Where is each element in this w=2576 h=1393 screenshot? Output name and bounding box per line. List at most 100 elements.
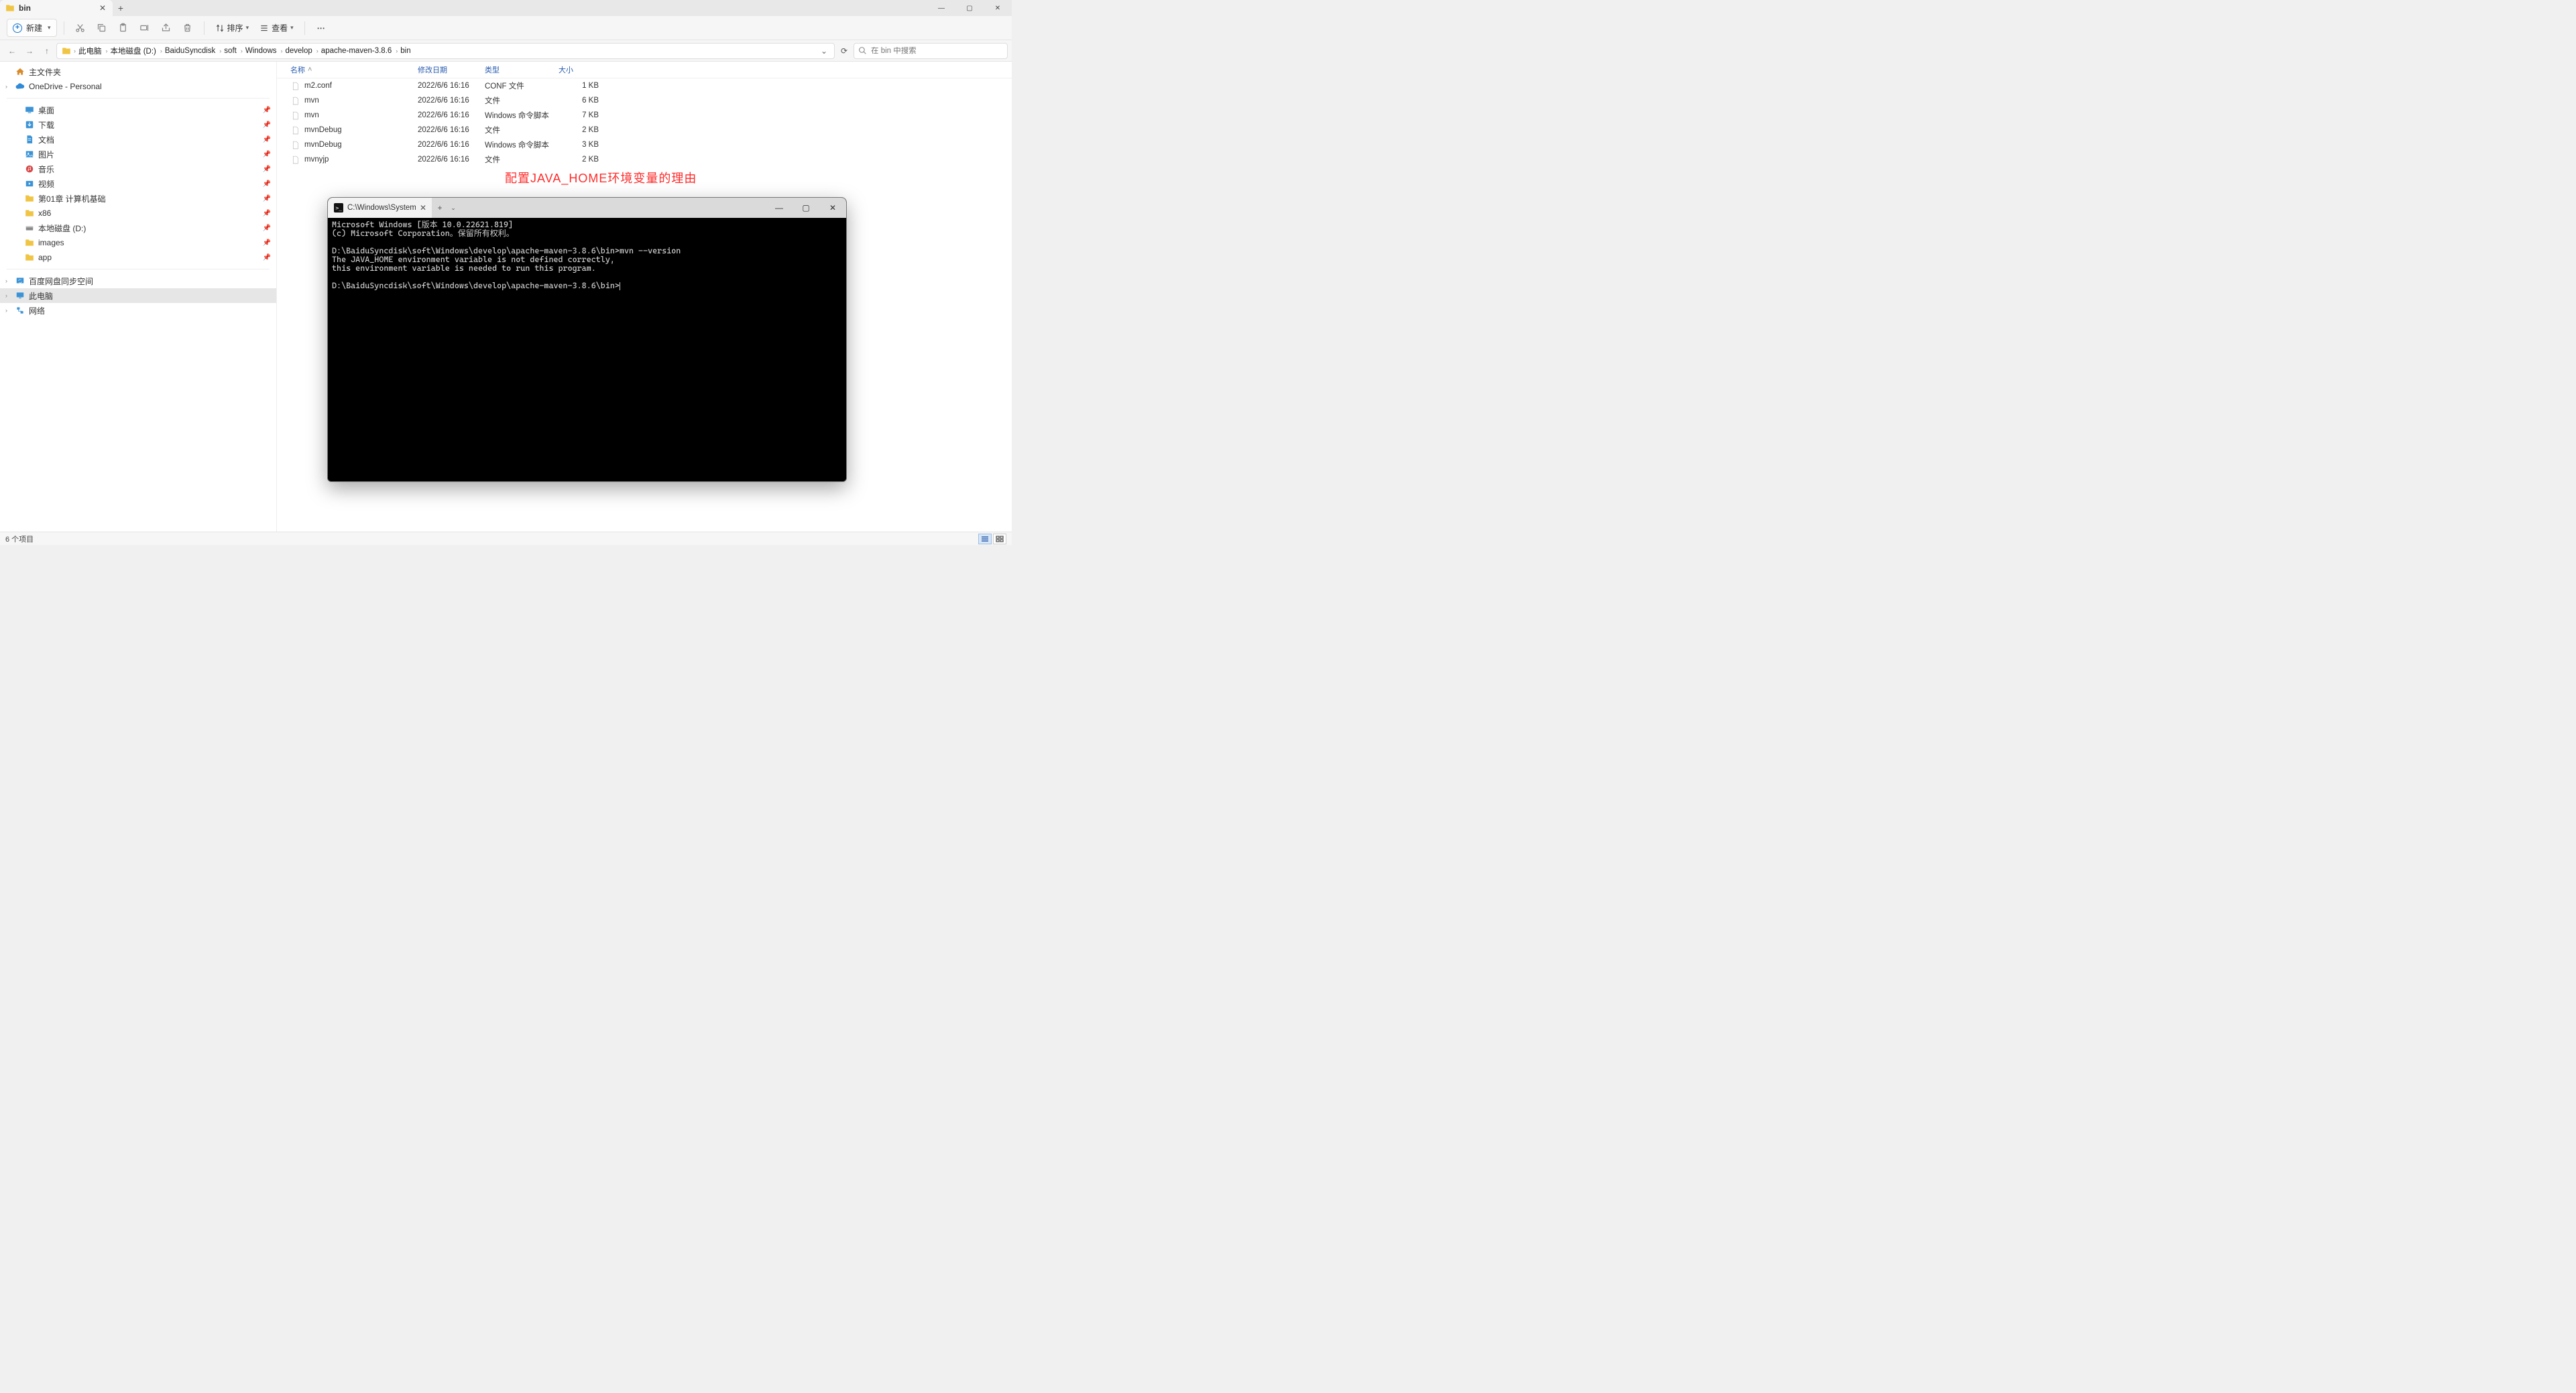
sidebar-item[interactable]: 本地磁盘 (D:)📌	[0, 221, 276, 235]
tab-close-icon[interactable]: ✕	[98, 3, 107, 13]
sidebar-item[interactable]: › 百度网盘同步空间	[0, 274, 276, 288]
paste-button[interactable]	[114, 19, 133, 38]
view-button[interactable]: 查看 ▾	[255, 19, 298, 36]
pictures-icon	[24, 149, 34, 160]
file-type: 文件	[485, 95, 559, 106]
sidebar-item[interactable]: 下载📌	[0, 117, 276, 132]
nav-back-button[interactable]: ←	[4, 43, 20, 59]
breadcrumb-seg[interactable]: 本地磁盘 (D:)›	[111, 46, 164, 56]
chevron-right-icon[interactable]: ›	[5, 83, 12, 90]
window-minimize-button[interactable]: —	[927, 0, 955, 16]
file-size: 3 KB	[559, 141, 612, 149]
terminal-maximize-button[interactable]: ▢	[793, 198, 819, 218]
terminal-titlebar: >_ C:\Windows\System32\ ✕ + ⌄ — ▢ ✕	[328, 198, 846, 218]
statusbar: 6 个项目	[0, 532, 1012, 545]
window-maximize-button[interactable]: ▢	[955, 0, 984, 16]
sidebar-item[interactable]: x86📌	[0, 206, 276, 221]
breadcrumb-seg[interactable]: bin	[400, 47, 410, 55]
details-view-button[interactable]	[978, 534, 992, 544]
breadcrumb-seg[interactable]: Windows›	[245, 47, 284, 55]
col-type[interactable]: 类型	[485, 64, 559, 75]
chevron-right-icon[interactable]: ›	[5, 278, 12, 284]
sidebar-item-label: OneDrive - Personal	[29, 82, 102, 91]
breadcrumb-seg[interactable]: apache-maven-3.8.6›	[321, 47, 399, 55]
table-row[interactable]: mvnyjp2022/6/6 16:16文件2 KB	[277, 152, 1012, 167]
terminal-new-tab-button[interactable]: +	[432, 198, 448, 218]
terminal-body[interactable]: Microsoft Windows [版本 10.0.22621.819] (c…	[328, 218, 846, 481]
folder-icon	[24, 253, 34, 263]
sidebar-item[interactable]: images📌	[0, 235, 276, 250]
sidebar-item-label: 文档	[38, 134, 54, 145]
toolbar: + 新建 ▾ 排序 ▾ 查看 ▾ ⋯	[0, 16, 1012, 40]
pin-icon: 📌	[263, 151, 271, 158]
file-name: m2.conf	[304, 82, 332, 90]
search-box[interactable]	[854, 43, 1008, 59]
terminal-tab-dropdown[interactable]: ⌄	[448, 198, 459, 218]
chevron-right-icon[interactable]: ›	[5, 292, 12, 299]
refresh-button[interactable]: ⟳	[836, 46, 852, 56]
file-date: 2022/6/6 16:16	[418, 141, 485, 149]
table-row[interactable]: mvnDebug2022/6/6 16:16文件2 KB	[277, 123, 1012, 137]
table-row[interactable]: mvnDebug2022/6/6 16:16Windows 命令脚本3 KB	[277, 137, 1012, 152]
pin-icon: 📌	[263, 121, 271, 129]
new-button[interactable]: + 新建 ▾	[7, 19, 57, 37]
search-input[interactable]	[871, 47, 1003, 55]
table-row[interactable]: mvn2022/6/6 16:16Windows 命令脚本7 KB	[277, 108, 1012, 123]
window-controls: — ▢ ✕	[927, 0, 1012, 16]
col-name[interactable]: 名称 ˄	[290, 64, 418, 75]
breadcrumb-seg[interactable]: BaiduSyncdisk›	[165, 47, 223, 55]
rename-button[interactable]	[135, 19, 154, 38]
breadcrumb-seg[interactable]: 此电脑›	[78, 46, 109, 56]
window-close-button[interactable]: ✕	[984, 0, 1012, 16]
col-size[interactable]: 大小	[559, 64, 612, 75]
sort-button[interactable]: 排序 ▾	[211, 19, 253, 36]
sidebar-onedrive[interactable]: › OneDrive - Personal	[0, 79, 276, 94]
share-button[interactable]	[157, 19, 176, 38]
sidebar-home[interactable]: 主文件夹	[0, 64, 276, 79]
sidebar-item[interactable]: 视频📌	[0, 176, 276, 191]
file-date: 2022/6/6 16:16	[418, 111, 485, 119]
nav-forward-button[interactable]: →	[21, 43, 38, 59]
sidebar-item[interactable]: › 此电脑	[0, 288, 276, 303]
sidebar-item-label: 百度网盘同步空间	[29, 276, 93, 287]
icons-view-button[interactable]	[993, 534, 1006, 544]
breadcrumb-dropdown-button[interactable]: ⌄	[818, 46, 830, 56]
sidebar-item[interactable]: 第01章 计算机基础📌	[0, 191, 276, 206]
pin-icon: 📌	[263, 180, 271, 188]
table-row[interactable]: mvn2022/6/6 16:16文件6 KB	[277, 93, 1012, 108]
sidebar-item-label: 此电脑	[29, 290, 53, 302]
sidebar-item[interactable]: 桌面📌	[0, 103, 276, 117]
copy-button[interactable]	[93, 19, 111, 38]
sidebar-item-label: 本地磁盘 (D:)	[38, 223, 86, 234]
terminal-tab[interactable]: >_ C:\Windows\System32\ ✕	[328, 198, 432, 218]
breadcrumb-seg[interactable]: develop›	[286, 47, 320, 55]
sidebar-item[interactable]: 文档📌	[0, 132, 276, 147]
col-date[interactable]: 修改日期	[418, 64, 485, 75]
delete-button[interactable]	[178, 19, 197, 38]
terminal-minimize-button[interactable]: —	[766, 198, 793, 218]
terminal-tab-close-icon[interactable]: ✕	[420, 203, 426, 213]
more-button[interactable]: ⋯	[312, 19, 331, 38]
sidebar-item[interactable]: 图片📌	[0, 147, 276, 162]
sidebar-item[interactable]: 音乐📌	[0, 162, 276, 176]
sidebar-item[interactable]: ›网络	[0, 303, 276, 318]
table-row[interactable]: m2.conf2022/6/6 16:16CONF 文件1 KB	[277, 78, 1012, 93]
pin-icon: 📌	[263, 195, 271, 202]
document-icon	[24, 135, 34, 145]
network-icon	[15, 306, 25, 316]
breadcrumb-seg[interactable]: soft›	[224, 47, 244, 55]
terminal-close-button[interactable]: ✕	[819, 198, 846, 218]
chevron-right-icon[interactable]: ›	[5, 307, 12, 314]
explorer-tab[interactable]: bin ✕	[0, 0, 113, 16]
nav-up-button[interactable]: ↑	[39, 43, 55, 59]
breadcrumb[interactable]: › 此电脑› 本地磁盘 (D:)› BaiduSyncdisk› soft› W…	[56, 43, 835, 59]
pin-icon: 📌	[263, 210, 271, 217]
file-type: 文件	[485, 125, 559, 135]
drive-icon	[24, 223, 34, 233]
terminal-window[interactable]: >_ C:\Windows\System32\ ✕ + ⌄ — ▢ ✕ Micr…	[327, 197, 847, 482]
sidebar-item[interactable]: app📌	[0, 250, 276, 265]
sidebar-item-label: 桌面	[38, 105, 54, 116]
annotation-text: 配置JAVA_HOME环境变量的理由	[505, 169, 697, 186]
cut-button[interactable]	[71, 19, 90, 38]
new-tab-button[interactable]: +	[113, 0, 129, 16]
